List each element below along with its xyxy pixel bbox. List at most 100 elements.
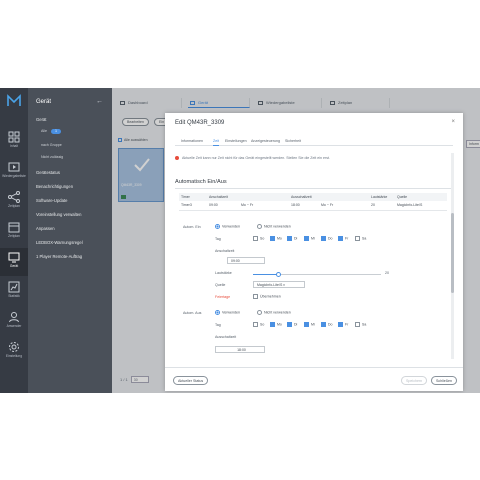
checkbox[interactable] [304,236,309,241]
holiday-apply-check[interactable]: Übernehmen [253,294,281,299]
day-checkbox-0[interactable]: So [253,236,264,241]
day-checkbox-1[interactable]: Mo [270,236,282,241]
radio-selected[interactable] [215,224,220,229]
table-cell: 18:00 [289,201,319,211]
checkbox[interactable] [304,322,309,327]
day-checkbox-6[interactable]: Sa [355,236,366,241]
checkbox[interactable] [338,236,343,241]
table-cell: Timer3 [179,201,207,211]
menu-item-notifications[interactable]: Benachrichtigungen [36,184,73,189]
checkbox[interactable] [338,322,343,327]
menu-item-all[interactable]: Alle 1 [41,129,61,134]
radio-label: Verwenden [222,310,240,315]
day-label-text: Fr [345,322,349,327]
auto-off-label: Autom. Aus [183,311,202,315]
table-header: Ausschaltzeit [289,193,319,201]
menu-item-not-allowed[interactable]: Nicht zulässig [41,155,63,159]
radio-label: Verwenden [222,224,240,229]
menu-item-label: Alle [41,129,47,133]
dialog-tabs: Informationen Zeit Einstellungen Anzeige… [175,137,453,146]
rail-item-playlist[interactable]: Wiedergabeliste [0,158,28,186]
checkbox[interactable] [321,236,326,241]
auto-on-use-radio[interactable]: Verwenden [215,224,240,229]
scrollbar-thumb[interactable] [451,213,454,293]
dtab-time[interactable]: Zeit [213,137,219,146]
checkbox[interactable] [253,236,258,241]
radio-unselected[interactable] [257,310,262,315]
source-select[interactable]: MagicInfo-Lite/S ▾ [253,281,305,288]
rail-item-timetable[interactable]: Zeitplan [0,218,28,246]
radio-unselected[interactable] [257,224,262,229]
on-time-label: Anschaltzeit [215,249,235,253]
dtab-information[interactable]: Informationen [181,137,203,145]
rail-item-settings[interactable]: Einstellung [0,338,28,366]
radio-label: Nicht verwenden [264,224,291,229]
dialog-scrollbar[interactable] [451,153,454,359]
menu-item-by-group[interactable]: nach Gruppe [41,143,62,147]
volume-knob[interactable] [276,271,282,277]
menu-title: Gerät [36,99,52,105]
dtab-display-control[interactable]: Anzeigesteuerung [251,137,280,145]
day-label-text: Mi [311,322,315,327]
rail-item-schedule[interactable]: Zeitplan [0,188,28,216]
day-checkbox-2[interactable]: Di [287,322,297,327]
checkbox[interactable] [253,322,258,327]
rail-item-user[interactable]: Anwender [0,308,28,336]
volume-slider[interactable] [253,271,381,277]
save-button[interactable]: Speichern [401,376,428,385]
day-label-text: So [260,236,265,241]
radio-selected[interactable] [215,310,220,315]
day-label: Tag [215,237,221,241]
menu-item-device[interactable]: Gerät [36,117,46,122]
menu-item-customize[interactable]: Anpassen [36,226,55,231]
day-checkbox-1[interactable]: Mo [270,322,282,327]
source-label: Quelle [215,283,226,287]
day-checkbox-3[interactable]: Mi [304,322,315,327]
checkbox[interactable] [270,322,275,327]
menu-item-remote-job[interactable]: 1 Player Remote-Auftrag [36,254,82,259]
dtab-security[interactable]: Sicherheit [285,137,301,145]
menu-item-presets[interactable]: Voreinstellung verwalten [36,212,81,217]
day-checkbox-4[interactable]: Do [321,236,332,241]
day-checkbox-0[interactable]: So [253,322,264,327]
day-checkbox-5[interactable]: Fr [338,236,348,241]
day-checkbox-4[interactable]: Do [321,322,332,327]
checkbox[interactable] [321,322,326,327]
auto-on-nouse-radio[interactable]: Nicht verwenden [257,224,291,229]
checkbox[interactable] [270,236,275,241]
dialog-body: Aktuelle Zeit kann nur Zeit nicht für da… [175,153,453,361]
auto-off-use-radio[interactable]: Verwenden [215,310,240,315]
menu-item-ledbox-rule[interactable]: LEDBOX-Warnungsregel [36,240,83,245]
collapse-arrow-icon[interactable]: ← [96,98,103,105]
divider [175,188,451,189]
checkbox[interactable] [287,322,292,327]
dtab-settings[interactable]: Einstellungen [225,137,247,145]
auto-off-nouse-radio[interactable]: Nicht verwenden [257,310,291,315]
holiday-checkbox[interactable] [253,294,258,299]
close-icon[interactable]: × [451,119,455,125]
rail-item-device[interactable]: Gerät [0,248,28,276]
checkbox[interactable] [355,236,360,241]
note-text: Aktuelle Zeit kann nur Zeit nicht für da… [182,156,331,160]
rail-item-statistics[interactable]: Statistik [0,278,28,306]
menu-item-device-status[interactable]: Gerätestatus [36,170,60,175]
rail-label: Inhalt [9,144,19,148]
checkbox[interactable] [287,236,292,241]
on-time-input[interactable]: 09:00 [227,257,265,264]
day-checkbox-5[interactable]: Fr [338,322,348,327]
radio-label: Nicht verwenden [264,310,291,315]
day-checkbox-6[interactable]: Sa [355,322,366,327]
checkbox[interactable] [355,322,360,327]
edit-dialog: Edit QM43R_3309 × Informationen Zeit Ein… [165,113,463,391]
off-time-input[interactable]: 18:00 [215,346,265,353]
close-button[interactable]: Schließen [431,376,457,385]
rail-item-content[interactable]: Inhalt [0,128,28,156]
checkbox-label: Übernehmen [260,294,281,299]
current-status-button[interactable]: Aktueller Status [173,376,209,385]
table-header: Anschaltzeit [207,193,239,201]
calendar-icon [8,222,20,233]
table-row[interactable]: Timer3 09:00 Mo ~ Fr 18:00 Mo ~ Fr 20 Ma… [179,201,447,211]
menu-item-software-update[interactable]: Software-Update [36,198,67,203]
day-checkbox-2[interactable]: Di [287,236,297,241]
day-checkbox-3[interactable]: Mi [304,236,315,241]
